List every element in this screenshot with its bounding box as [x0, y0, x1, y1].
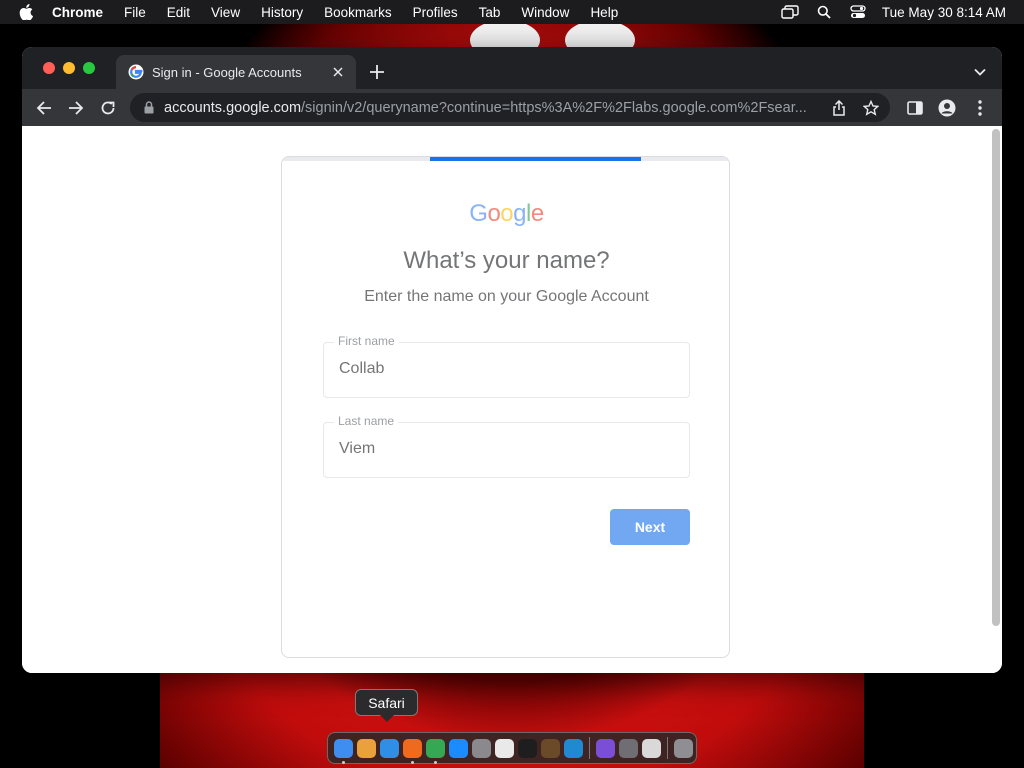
- tab-search-chevron-icon[interactable]: [972, 64, 988, 80]
- dock: [327, 732, 697, 764]
- dock-app-launchpad-icon[interactable]: [357, 738, 376, 758]
- side-panel-icon[interactable]: [905, 98, 925, 118]
- url-text[interactable]: accounts.google.com/signin/v2/queryname?…: [164, 100, 816, 116]
- chrome-menu-kebab-icon[interactable]: [970, 98, 990, 118]
- dock-app-firefox-icon[interactable]: [403, 738, 422, 764]
- dock-app-app-store-icon[interactable]: [449, 738, 468, 758]
- menu-bookmarks[interactable]: Bookmarks: [324, 5, 392, 20]
- dock-app-trash-icon[interactable]: [674, 738, 693, 758]
- menu-file[interactable]: File: [124, 5, 146, 20]
- new-tab-plus-icon[interactable]: [368, 63, 386, 81]
- url-path: /signin/v2/queryname?continue=https%3A%2…: [301, 99, 807, 116]
- dock-separator: [667, 737, 668, 759]
- page-scrollbar[interactable]: [992, 129, 1000, 626]
- menu-window[interactable]: Window: [521, 5, 569, 20]
- dock-app-terminal-icon[interactable]: [518, 738, 537, 758]
- signin-card: Google What’s your name? Enter the name …: [281, 156, 730, 658]
- menu-history[interactable]: History: [261, 5, 303, 20]
- dock-app-chrome-icon[interactable]: [426, 738, 445, 764]
- running-indicator: [342, 760, 345, 764]
- share-icon[interactable]: [830, 99, 848, 117]
- menubar-clock[interactable]: Tue May 30 8:14 AM: [882, 5, 1006, 20]
- dock-app-visual-studio-icon[interactable]: [596, 738, 615, 758]
- dock-app-system-settings-icon[interactable]: [472, 738, 491, 758]
- close-tab-icon[interactable]: [330, 64, 346, 80]
- bookmark-star-icon[interactable]: [862, 99, 880, 117]
- menu-edit[interactable]: Edit: [167, 5, 190, 20]
- spotlight-search-icon[interactable]: [814, 4, 834, 20]
- dock-app-safari-icon[interactable]: [380, 738, 399, 758]
- zoom-window-button[interactable]: [83, 62, 95, 74]
- dock-app-screenshot-icon[interactable]: [619, 738, 638, 758]
- address-bar[interactable]: accounts.google.com/signin/v2/queryname?…: [130, 93, 890, 122]
- tab-google-accounts[interactable]: Sign in - Google Accounts: [116, 55, 356, 89]
- running-indicator: [411, 760, 414, 764]
- menu-tab[interactable]: Tab: [479, 5, 501, 20]
- back-arrow-icon[interactable]: [34, 98, 54, 118]
- menu-help[interactable]: Help: [590, 5, 618, 20]
- apple-menu-icon[interactable]: [18, 4, 34, 20]
- dock-app-brush-icon[interactable]: [541, 738, 560, 758]
- tab-title: Sign in - Google Accounts: [152, 64, 302, 80]
- browser-toolbar: accounts.google.com/signin/v2/queryname?…: [22, 89, 1002, 126]
- dock-app-textedit-icon[interactable]: [495, 738, 514, 758]
- loading-overlay: [282, 161, 729, 657]
- menu-profiles[interactable]: Profiles: [413, 5, 458, 20]
- dock-app-finder-icon[interactable]: [334, 738, 353, 764]
- screen-mirroring-icon[interactable]: [780, 4, 800, 20]
- dock-app-script-editor-icon[interactable]: [642, 738, 661, 758]
- menu-app-name[interactable]: Chrome: [52, 5, 103, 20]
- dock-tooltip-arrow: [380, 715, 394, 722]
- google-favicon-icon: [128, 64, 144, 80]
- running-indicator: [434, 760, 437, 764]
- dock-app-vs-code-icon[interactable]: [564, 738, 583, 758]
- menubar: Chrome File Edit View History Bookmarks …: [0, 0, 1024, 24]
- url-host: accounts.google.com: [164, 99, 302, 116]
- dock-tooltip: Safari: [355, 689, 418, 716]
- dock-separator: [589, 737, 590, 759]
- menu-view[interactable]: View: [211, 5, 240, 20]
- tab-strip: Sign in - Google Accounts: [22, 47, 1002, 89]
- forward-arrow-icon[interactable]: [66, 98, 86, 118]
- reload-icon[interactable]: [98, 98, 118, 118]
- page-viewport: Google What’s your name? Enter the name …: [22, 126, 1002, 673]
- browser-window: Sign in - Google Accounts accounts.googl…: [22, 47, 1002, 673]
- control-center-icon[interactable]: [848, 4, 868, 20]
- close-window-button[interactable]: [43, 62, 55, 74]
- lock-icon[interactable]: [142, 101, 156, 115]
- profile-avatar-icon[interactable]: [937, 98, 957, 118]
- minimize-window-button[interactable]: [63, 62, 75, 74]
